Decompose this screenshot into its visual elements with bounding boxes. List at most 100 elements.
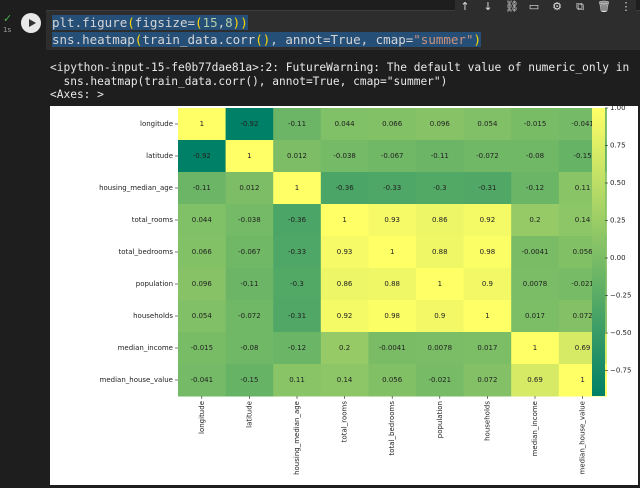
y-tick-label: total_bedrooms: [119, 248, 174, 256]
cell-annotation: -0.31: [288, 312, 306, 320]
cell-annotation: -0.33: [288, 248, 306, 256]
mirror-icon[interactable]: ⧉: [574, 0, 586, 14]
cell-annotation: 0.0078: [428, 344, 453, 352]
colorbar-tick-label: −0.50: [610, 329, 631, 337]
cell-annotation: -0.038: [333, 152, 356, 160]
y-tick-label: latitude: [146, 152, 173, 160]
cell-toolbar: ↑ ↓ ⛓ ▭ ⚙ ⧉ 🗑 ⋮: [455, 0, 636, 14]
comment-icon[interactable]: ▭: [528, 0, 540, 14]
cell-annotation: 0.096: [430, 120, 451, 128]
cell-annotation: 0.11: [575, 184, 591, 192]
cell-annotation: 0.2: [339, 344, 350, 352]
cell-annotation: 0.14: [337, 376, 353, 384]
run-cell-button[interactable]: [21, 13, 41, 33]
cell-annotation: 0.096: [192, 280, 213, 288]
cell-annotation: 0.0078: [523, 280, 548, 288]
cell-annotation: 0.066: [192, 248, 213, 256]
cell-annotation: -0.36: [336, 184, 355, 192]
warning-line-2: sns.heatmap(train_data.corr(), annot=Tru…: [50, 74, 448, 88]
cell-annotation: -0.021: [429, 376, 452, 384]
cell-annotation: 1: [390, 248, 394, 256]
cell-annotation: 0.044: [192, 216, 213, 224]
x-tick-label: latitude: [245, 401, 253, 428]
cell-annotation: -0.92: [240, 120, 258, 128]
cell-annotation: 0.072: [477, 376, 497, 384]
code-number: 15: [202, 15, 218, 30]
code-text-2: sns.heatmap(train_data.corr(), annot=Tru…: [52, 32, 482, 47]
cell-annotation: -0.072: [238, 312, 261, 320]
cell-annotation: -0.36: [288, 216, 307, 224]
code-number: 8: [225, 15, 233, 30]
cell-annotation: 0.93: [337, 248, 353, 256]
x-tick-label: population: [436, 401, 444, 438]
y-tick-label: median_income: [118, 344, 173, 352]
cell-annotation: -0.33: [383, 184, 401, 192]
cell-annotation: 0.054: [192, 312, 213, 320]
cell-annotation: -0.041: [191, 376, 214, 384]
code-token: sns.heatmap: [52, 32, 135, 47]
cell-annotation: -0.11: [431, 152, 449, 160]
gear-icon[interactable]: ⚙: [551, 0, 563, 14]
colorbar-tick-label: −0.75: [610, 367, 631, 375]
x-tick-label: longitude: [198, 401, 206, 434]
cell-annotation: 0.2: [529, 216, 540, 224]
cell-annotation: -0.0041: [379, 344, 406, 352]
colorbar-tick-label: 0.25: [610, 217, 626, 225]
cell-annotation: 0.69: [527, 376, 543, 384]
code-paren: ): [473, 32, 482, 47]
cell-annotation: 1: [438, 280, 442, 288]
cell-annotation: 0.98: [384, 312, 400, 320]
x-tick-label: total_rooms: [341, 401, 349, 443]
cell-annotation: 0.017: [477, 344, 497, 352]
code-token: ,: [217, 15, 226, 30]
cell-annotation: 0.86: [337, 280, 353, 288]
cell-annotation: 0.072: [573, 312, 593, 320]
cell-annotation: 0.9: [482, 280, 493, 288]
cell-annotation: 0.9: [434, 312, 445, 320]
code-editor[interactable]: plt.figure(figsize=(15,8)) sns.heatmap(t…: [46, 10, 640, 50]
code-paren: (: [195, 15, 203, 30]
cell-annotation: 0.11: [289, 376, 305, 384]
y-tick-label: total_rooms: [132, 216, 174, 224]
cell-annotation: 1: [200, 120, 204, 128]
x-tick-label: households: [483, 401, 491, 441]
code-token: plt.figure: [52, 15, 128, 30]
code-token: , annot=True, cmap=: [270, 32, 414, 47]
colorbar-tick-label: 0.75: [610, 142, 626, 150]
arrow-down-icon[interactable]: ↓: [482, 0, 494, 14]
cell-annotation: -0.015: [524, 120, 547, 128]
output-text: <ipython-input-15-fe0b77dae81a>:2: Futur…: [50, 61, 629, 102]
cell-annotation: 1: [295, 184, 299, 192]
cell-annotation: -0.015: [191, 344, 214, 352]
cell-annotation: -0.041: [571, 120, 594, 128]
cell-annotation: 0.98: [480, 248, 496, 256]
cell-annotation: -0.15: [240, 376, 258, 384]
cell-annotation: 1: [247, 152, 251, 160]
code-text-1: plt.figure(figsize=(15,8)): [52, 15, 248, 30]
cell-annotation: -0.15: [574, 152, 592, 160]
colorbar-tick-label: 0.50: [610, 179, 626, 187]
arrow-up-icon[interactable]: ↑: [459, 0, 471, 14]
heatmap-figure: 1 -0.92 -0.11 0.044 0.066 0.096 0.054 -0.015 -0.…: [50, 106, 638, 485]
code-line-1: plt.figure(figsize=(15,8)): [52, 15, 248, 31]
x-tick-label: housing_median_age: [293, 401, 301, 475]
y-tick-label: households: [133, 312, 173, 320]
cell-annotation: 0.012: [239, 184, 259, 192]
cell-annotation: 1: [580, 376, 584, 384]
y-tick-label: longitude: [140, 120, 173, 128]
cell-annotation: 1: [533, 344, 537, 352]
delete-icon[interactable]: 🗑: [597, 0, 611, 14]
link-icon[interactable]: ⛓: [505, 0, 519, 14]
x-tick-label: median_house_value: [579, 401, 587, 474]
cell-annotation: -0.08: [240, 344, 258, 352]
cell-annotation: -0.31: [478, 184, 496, 192]
cell-annotation: -0.021: [571, 280, 594, 288]
more-icon[interactable]: ⋮: [620, 0, 632, 14]
cell-annotation: -0.12: [526, 184, 544, 192]
code-string: "summer": [413, 32, 474, 47]
code-token: train_data.corr: [142, 32, 256, 47]
exec-time: 1s: [3, 26, 12, 34]
cell-annotation: -0.3: [433, 184, 447, 192]
warning-line-1: <ipython-input-15-fe0b77dae81a>:2: Futur…: [50, 61, 630, 74]
cell-annotation: -0.92: [193, 152, 211, 160]
